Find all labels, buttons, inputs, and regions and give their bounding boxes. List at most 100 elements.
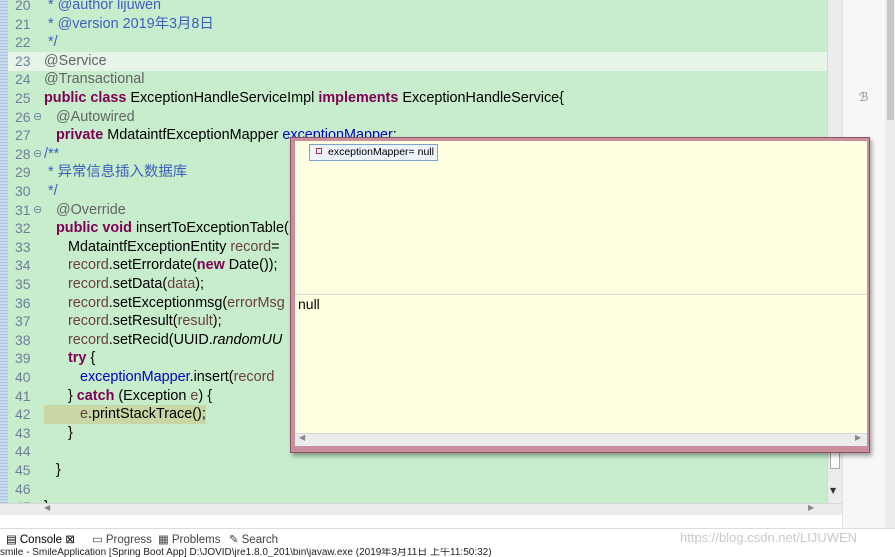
- code-text[interactable]: @Service: [44, 52, 107, 71]
- fold-toggle-icon[interactable]: ⊖: [33, 145, 42, 164]
- code-line[interactable]: 20 * @author lijuwen: [8, 0, 842, 15]
- line-number[interactable]: 44: [15, 442, 45, 461]
- line-number[interactable]: 29: [15, 163, 45, 182]
- code-token: private: [56, 127, 104, 144]
- code-text[interactable]: * @version 2019年3月8日: [44, 15, 214, 34]
- line-number[interactable]: 32: [15, 219, 45, 238]
- code-token: record: [68, 294, 109, 311]
- scroll-left-arrow-icon[interactable]: ◀: [44, 503, 50, 512]
- line-number[interactable]: 23: [15, 52, 45, 71]
- variable-tree[interactable]: exceptionMapper= null: [295, 141, 867, 292]
- outline-scrollbar-thumb[interactable]: [887, 0, 894, 120]
- code-token: MdataintfExceptionEntity: [44, 238, 231, 255]
- line-number[interactable]: 25: [15, 89, 45, 108]
- editor-horizontal-scrollbar[interactable]: ◀ ▶: [0, 503, 842, 515]
- code-text[interactable]: record.setResult(result);: [44, 312, 222, 331]
- debug-inspect-popup[interactable]: exceptionMapper= null null ◀ ▶: [290, 137, 870, 453]
- fold-toggle-icon[interactable]: ⊖: [33, 201, 42, 220]
- code-text[interactable]: try {: [44, 349, 95, 368]
- variable-detail-pane[interactable]: null: [295, 295, 867, 433]
- code-text[interactable]: * 异常信息插入数据库: [44, 163, 187, 182]
- line-number[interactable]: 39: [15, 349, 45, 368]
- code-text[interactable]: } catch (Exception e) {: [44, 387, 212, 406]
- code-line[interactable]: 26 ⊖ @Autowired: [8, 108, 842, 127]
- code-text[interactable]: record.setRecid(UUID.randomUU: [44, 331, 282, 350]
- code-token: }: [44, 424, 73, 441]
- code-text[interactable]: @Override: [44, 201, 126, 220]
- line-number[interactable]: 46: [15, 480, 45, 499]
- line-number[interactable]: 35: [15, 275, 45, 294]
- line-number[interactable]: 21: [15, 15, 45, 34]
- watermark: https://blog.csdn.net/LIJUWEN: [680, 530, 858, 545]
- code-text[interactable]: @Transactional: [44, 70, 144, 89]
- code-line[interactable]: 45 }: [8, 461, 842, 480]
- tab-search[interactable]: ✎ Search: [229, 532, 278, 546]
- line-number[interactable]: 38: [15, 331, 45, 350]
- code-text[interactable]: }: [44, 424, 73, 443]
- code-text[interactable]: MdataintfExceptionEntity record=: [44, 238, 280, 257]
- code-token: insertToExceptionTable(: [131, 220, 289, 237]
- code-token: errorMsg: [227, 294, 285, 311]
- code-text[interactable]: * @author lijuwen: [44, 0, 161, 15]
- code-text[interactable]: }: [44, 461, 61, 480]
- code-token: .setErrordate(: [108, 257, 197, 274]
- code-text[interactable]: e.printStackTrace();: [44, 405, 206, 425]
- line-number[interactable]: 42: [15, 405, 45, 424]
- line-number[interactable]: 43: [15, 424, 45, 443]
- line-number[interactable]: 30: [15, 182, 45, 201]
- scroll-left-arrow-icon[interactable]: ◀: [299, 433, 305, 442]
- code-text[interactable]: */: [44, 182, 58, 201]
- scroll-right-arrow-icon[interactable]: ▶: [808, 503, 814, 512]
- console-launch-description: smile - SmileApplication [Spring Boot Ap…: [0, 548, 492, 557]
- code-token: .setData(: [108, 276, 168, 292]
- tab-console[interactable]: ▤ Console ⊠: [6, 532, 75, 546]
- line-number[interactable]: 20: [15, 0, 45, 15]
- line-number[interactable]: 37: [15, 312, 45, 331]
- code-text[interactable]: record.setData(data);: [44, 275, 204, 294]
- code-text[interactable]: exceptionMapper.insert(record: [44, 368, 274, 387]
- line-number[interactable]: 36: [15, 294, 45, 313]
- code-line[interactable]: 25 public class ExceptionHandleServiceImp…: [8, 89, 842, 108]
- code-text[interactable]: */: [44, 33, 58, 52]
- line-number[interactable]: 41: [15, 387, 45, 406]
- code-line[interactable]: 21 * @version 2019年3月8日: [8, 15, 842, 34]
- code-token: new: [196, 257, 225, 274]
- code-line[interactable]: 46: [8, 480, 842, 499]
- outline-icon[interactable]: ℬ: [859, 90, 868, 104]
- outline-scrollbar[interactable]: [885, 0, 895, 530]
- variable-tree-node[interactable]: exceptionMapper= null: [309, 144, 438, 161]
- code-token: /**: [44, 145, 60, 162]
- line-number[interactable]: 24: [15, 70, 45, 89]
- scroll-down-arrow-icon[interactable]: ▼: [830, 486, 836, 495]
- code-text[interactable]: public void insertToExceptionTable(: [44, 219, 289, 238]
- scroll-right-arrow-icon[interactable]: ▶: [855, 433, 861, 442]
- code-text[interactable]: record.setErrordate(new Date());: [44, 256, 278, 275]
- line-number[interactable]: 22: [15, 33, 45, 52]
- code-token: ExceptionHandleService{: [398, 90, 564, 106]
- code-line[interactable]: 22 */: [8, 33, 842, 52]
- fold-toggle-icon[interactable]: ⊖: [33, 108, 42, 127]
- tab-progress[interactable]: ▭ Progress: [92, 532, 152, 546]
- code-text[interactable]: /**: [44, 145, 59, 164]
- code-line[interactable]: 24 @Transactional: [8, 70, 842, 89]
- code-text[interactable]: record.setExceptionmsg(errorMsg: [44, 294, 285, 313]
- tab-problems[interactable]: ▦ Problems: [158, 532, 220, 546]
- code-line[interactable]: 23 @Service: [8, 51, 842, 71]
- code-token: catch: [76, 387, 115, 404]
- line-number[interactable]: 45: [15, 461, 45, 480]
- code-text[interactable]: @Autowired: [44, 108, 135, 127]
- line-number[interactable]: 27: [15, 126, 45, 145]
- line-number[interactable]: 34: [15, 256, 45, 275]
- code-token: .setExceptionmsg(: [108, 294, 228, 311]
- code-text[interactable]: public class ExceptionHandleServiceImpl …: [44, 89, 564, 108]
- popup-horizontal-scrollbar[interactable]: ◀ ▶: [295, 433, 867, 446]
- code-token: @Service: [44, 52, 107, 69]
- line-number[interactable]: 40: [15, 368, 45, 387]
- line-number[interactable]: 33: [15, 238, 45, 257]
- code-token: );: [212, 313, 222, 330]
- search-icon: ✎: [229, 534, 239, 546]
